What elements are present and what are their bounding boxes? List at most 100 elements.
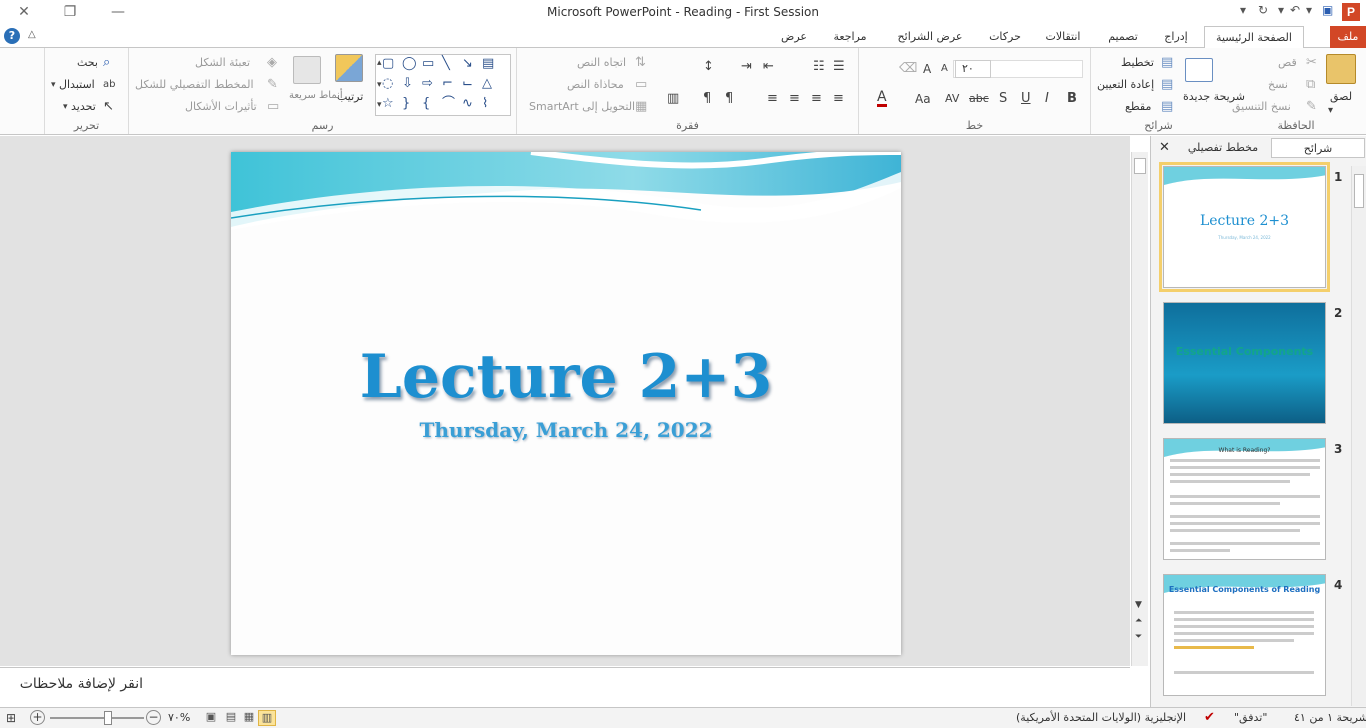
editor-vertical-scrollbar[interactable]: ▼ ⏶ ⏷	[1131, 152, 1148, 666]
align-center-icon[interactable]: ≡	[811, 92, 822, 106]
shape-rounded-rect-icon[interactable]: ▢	[382, 57, 394, 71]
arrange-icon[interactable]	[335, 54, 363, 82]
notes-placeholder[interactable]: انقر لإضافة ملاحظات	[20, 676, 143, 692]
scroll-down-arrow-icon[interactable]: ▼	[1135, 600, 1142, 610]
char-spacing-button[interactable]: AV	[945, 92, 959, 106]
tab-transitions[interactable]: انتقالات	[1036, 26, 1090, 48]
save-icon[interactable]: ▣	[1322, 3, 1333, 17]
align-left-icon[interactable]: ≡	[833, 92, 844, 106]
slide-title[interactable]: Lecture 2+3	[231, 342, 901, 412]
tab-slideshow[interactable]: عرض الشرائح	[886, 26, 974, 48]
previous-slide-icon[interactable]: ⏶	[1135, 616, 1142, 626]
layout-button[interactable]: تخطيط	[1121, 56, 1154, 69]
tab-animations[interactable]: حركات	[982, 26, 1028, 48]
shape-elbow-icon[interactable]: ⌙	[462, 77, 473, 91]
panel-close-icon[interactable]: ✕	[1159, 140, 1170, 155]
quick-styles-icon[interactable]	[293, 56, 321, 84]
shape-brace-right-icon[interactable]: }	[402, 97, 410, 111]
tab-view[interactable]: عرض	[774, 26, 814, 48]
new-slide-icon[interactable]	[1185, 58, 1213, 82]
zoom-out-button[interactable]: −	[146, 710, 161, 725]
undo-dropdown-icon[interactable]: ▾	[1278, 3, 1284, 17]
underline-button[interactable]: U	[1021, 92, 1031, 106]
shape-line-icon[interactable]: ╲	[442, 57, 450, 71]
strikethrough-button[interactable]: abc	[969, 92, 989, 106]
copy-button[interactable]: نسخ	[1268, 78, 1288, 91]
shape-textbox-icon[interactable]: ▤	[482, 57, 494, 71]
zoom-slider-track[interactable]	[50, 717, 144, 719]
shape-rect-icon[interactable]: ▭	[422, 57, 434, 71]
next-slide-icon[interactable]: ⏷	[1135, 632, 1142, 642]
justify-icon[interactable]: ≡	[767, 92, 778, 106]
slide-thumbnail-4[interactable]: Essential Components of Reading	[1163, 574, 1326, 696]
paste-button[interactable]: لصق	[1330, 90, 1352, 103]
replace-button[interactable]: استبدال	[59, 78, 95, 91]
tab-review[interactable]: مراجعة	[824, 26, 876, 48]
bullets-icon[interactable]: ☰	[833, 60, 845, 74]
shapes-scroll-up-icon[interactable]: ▴	[377, 56, 382, 70]
shape-curve-icon[interactable]: ∿	[462, 97, 473, 111]
panel-scroll-thumb[interactable]	[1354, 174, 1364, 208]
shape-effects-button[interactable]: تأثيرات الأشكال	[185, 100, 257, 113]
increase-indent-icon[interactable]: ⇥	[741, 60, 752, 74]
undo-icon[interactable]: ↶	[1290, 3, 1300, 17]
qat-more-icon[interactable]: ▾	[1306, 3, 1312, 17]
slide-canvas[interactable]: Lecture 2+3 Thursday, March 24, 2022	[231, 152, 901, 655]
slide-sorter-view-icon[interactable]: ▦	[240, 710, 258, 726]
tab-home[interactable]: الصفحة الرئيسية	[1204, 26, 1304, 49]
slide-thumbnail-2[interactable]: Essential Components	[1163, 302, 1326, 424]
line-spacing-icon[interactable]: ↕	[703, 60, 714, 74]
notes-pane[interactable]: انقر لإضافة ملاحظات	[0, 667, 1130, 707]
change-case-button[interactable]: Aa	[915, 92, 931, 106]
shape-fill-button[interactable]: تعبئة الشكل	[195, 56, 250, 69]
shape-star-icon[interactable]: ☆	[382, 97, 394, 111]
shape-arc-icon[interactable]: ⌒	[442, 97, 455, 111]
panel-scrollbar[interactable]	[1351, 166, 1366, 706]
align-text-button[interactable]: محاذاة النص	[567, 78, 624, 91]
shape-right-arrow-icon[interactable]: ⇨	[422, 77, 433, 91]
redo-icon[interactable]: ↻	[1258, 3, 1268, 17]
shapes-gallery[interactable]: ▢ ◯ ▭ ╲ ↘ ▤ ◌ ⇩ ⇨ ⌐ ⌙ △ ☆ } { ⌒ ∿ ⌇	[375, 54, 511, 116]
shape-down-arrow-icon[interactable]: ⇩	[402, 77, 413, 91]
bold-button[interactable]: B	[1067, 92, 1077, 106]
font-size-field[interactable]: ٢٠	[955, 60, 991, 78]
status-language[interactable]: الإنجليزية (الولايات المتحدة الأمريكية)	[1016, 711, 1186, 724]
rtl-direction-icon[interactable]: ¶	[725, 92, 733, 106]
tab-insert[interactable]: إدراج	[1156, 26, 1196, 48]
shape-freeform-icon[interactable]: ⌇	[482, 97, 488, 111]
shape-arrow-line-icon[interactable]: ↘	[462, 57, 473, 71]
slide-subtitle[interactable]: Thursday, March 24, 2022	[231, 418, 901, 442]
shape-triangle-icon[interactable]: △	[482, 77, 492, 91]
editor-scroll-thumb[interactable]	[1134, 158, 1146, 174]
tab-slides-panel[interactable]: شرائح	[1271, 138, 1365, 158]
shrink-font-icon[interactable]: A	[941, 62, 948, 76]
tab-outline[interactable]: مخطط تفصيلي	[1175, 138, 1271, 158]
normal-view-icon[interactable]: ▥	[258, 710, 276, 726]
zoom-slider-thumb[interactable]	[104, 711, 112, 725]
find-button[interactable]: بحث	[77, 56, 98, 69]
smartart-button[interactable]: التحويل إلى SmartArt	[529, 100, 635, 113]
qat-dropdown-icon[interactable]: ▾	[1240, 3, 1246, 17]
slide-thumbnail-1[interactable]: Lecture 2+3 Thursday, March 24, 2022	[1159, 162, 1330, 292]
shape-brace-left-icon[interactable]: {	[422, 97, 430, 111]
slideshow-view-icon[interactable]: ▣	[202, 710, 220, 726]
select-button[interactable]: تحديد	[71, 100, 96, 113]
spellcheck-icon[interactable]: ✔	[1204, 711, 1215, 725]
section-button[interactable]: مقطع	[1125, 100, 1151, 113]
replace-dropdown-icon[interactable]: ▾	[51, 78, 56, 92]
tab-file[interactable]: ملف	[1330, 26, 1366, 48]
decrease-indent-icon[interactable]: ⇤	[763, 60, 774, 74]
slide-thumbnail-3[interactable]: What is Reading?	[1163, 438, 1326, 560]
shapes-scroll-down-icon[interactable]: ▾	[377, 78, 382, 92]
numbering-icon[interactable]: ☷	[813, 60, 825, 74]
italic-button[interactable]: I	[1045, 92, 1049, 106]
paste-dropdown-icon[interactable]: ▾	[1328, 104, 1333, 118]
columns-icon[interactable]: ▥	[667, 92, 679, 106]
font-color-button[interactable]: A	[877, 90, 887, 107]
zoom-level[interactable]: %٧٠	[168, 711, 190, 724]
paste-icon[interactable]	[1326, 54, 1356, 84]
help-icon[interactable]: ?	[4, 28, 20, 44]
select-dropdown-icon[interactable]: ▾	[63, 100, 68, 114]
shape-outline-button[interactable]: المخطط التفصيلي للشكل	[135, 78, 254, 91]
zoom-in-button[interactable]: +	[30, 710, 45, 725]
